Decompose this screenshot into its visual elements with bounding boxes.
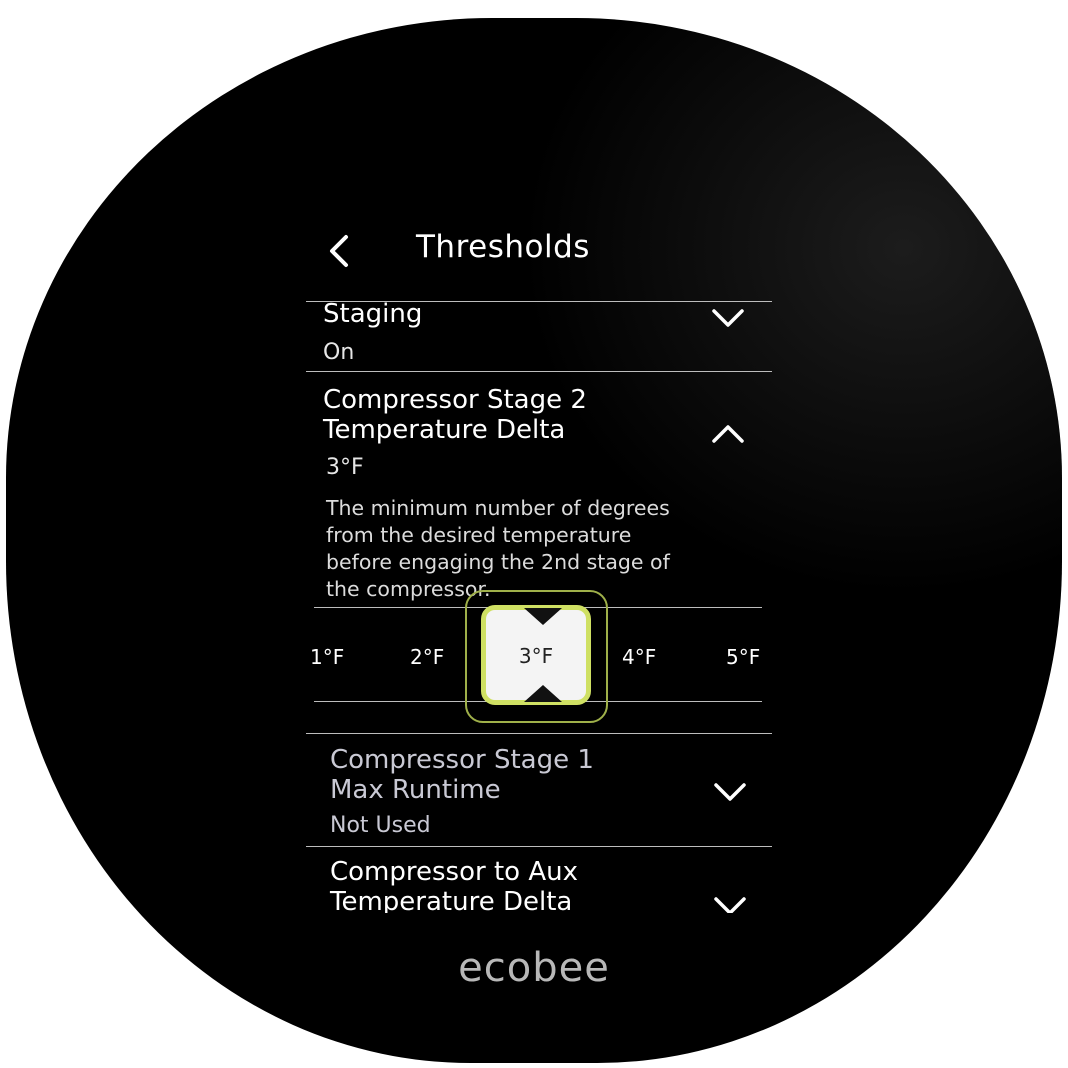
chevron-down-icon bbox=[714, 897, 746, 913]
description-line: from the desired temperature bbox=[326, 523, 632, 547]
setting-title-line2: Temperature Delta bbox=[330, 887, 573, 913]
description-line: before engaging the 2nd stage of bbox=[326, 550, 670, 574]
triangle-up-icon bbox=[524, 685, 562, 702]
thermostat-device: Thresholds Staging On Compressor Stage 2… bbox=[6, 18, 1062, 1063]
divider bbox=[306, 846, 772, 847]
back-button[interactable] bbox=[318, 229, 362, 273]
setting-description: The minimum number of degrees from the d… bbox=[326, 495, 766, 603]
setting-compressor-to-aux-delta[interactable]: Compressor to Aux Temperature Delta bbox=[306, 855, 776, 913]
header: Thresholds bbox=[306, 223, 776, 283]
setting-title: Staging bbox=[323, 299, 423, 329]
setting-title-line2: Temperature Delta bbox=[323, 415, 566, 445]
page-title: Thresholds bbox=[416, 229, 590, 265]
brand-logo: ecobee bbox=[458, 945, 610, 991]
picker-option-2f[interactable]: 2°F bbox=[410, 645, 444, 669]
divider bbox=[306, 733, 772, 734]
divider bbox=[306, 371, 772, 372]
picker-option-4f[interactable]: 4°F bbox=[622, 645, 656, 669]
setting-staging[interactable]: Staging On bbox=[306, 299, 776, 371]
chevron-left-icon bbox=[330, 235, 348, 267]
chevron-down-icon bbox=[712, 309, 744, 327]
setting-value: Not Used bbox=[330, 813, 431, 838]
setting-value: On bbox=[323, 340, 355, 365]
triangle-down-icon bbox=[524, 608, 562, 625]
setting-compressor-stage1-runtime[interactable]: Compressor Stage 1 Max Runtime Not Used bbox=[306, 743, 776, 843]
chevron-up-icon bbox=[712, 425, 744, 443]
setting-title-line1: Compressor Stage 2 bbox=[323, 385, 587, 415]
picker-option-5f[interactable]: 5°F bbox=[726, 645, 760, 669]
thermostat-screen: Thresholds Staging On Compressor Stage 2… bbox=[306, 223, 776, 913]
setting-title-line1: Compressor Stage 1 bbox=[330, 745, 594, 775]
setting-title-line2: Max Runtime bbox=[330, 775, 501, 805]
picker-option-1f[interactable]: 1°F bbox=[310, 645, 344, 669]
picker-selected-option[interactable]: 3°F bbox=[481, 605, 591, 705]
chevron-down-icon bbox=[714, 783, 746, 801]
picker-selected-label: 3°F bbox=[518, 644, 554, 668]
setting-title-line1: Compressor to Aux bbox=[330, 857, 578, 887]
setting-value: 3°F bbox=[326, 455, 364, 480]
description-line: The minimum number of degrees bbox=[326, 496, 670, 520]
setting-compressor-stage2-delta[interactable]: Compressor Stage 2 Temperature Delta 3°F bbox=[306, 383, 776, 493]
